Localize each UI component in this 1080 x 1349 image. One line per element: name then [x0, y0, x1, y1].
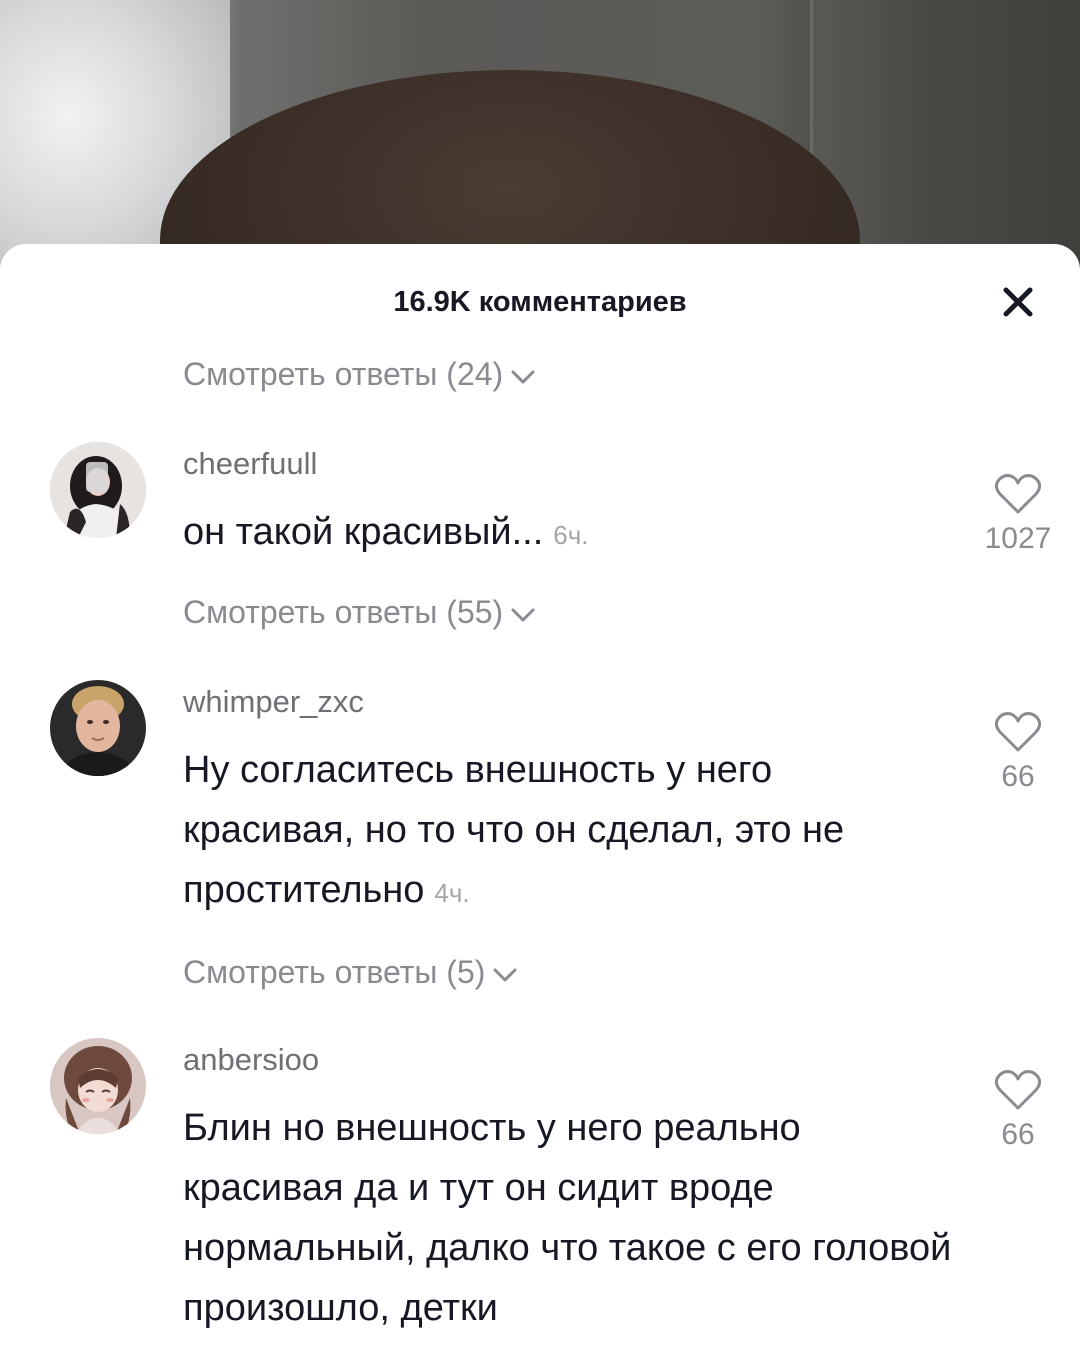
view-replies-button[interactable]: Смотреть ответы (5)	[183, 954, 519, 991]
close-icon	[1003, 287, 1033, 317]
like-count: 66	[1001, 760, 1035, 793]
avatar[interactable]	[50, 680, 146, 776]
comment-text: он такой красивый... 6ч.	[183, 502, 953, 565]
avatar[interactable]	[50, 442, 146, 538]
like-button[interactable]: 66	[973, 710, 1063, 794]
view-replies-button[interactable]: Смотреть ответы (55)	[183, 594, 537, 631]
comment-time: 6ч.	[553, 520, 589, 550]
comment-username[interactable]: anbersioo	[183, 1042, 319, 1078]
comment-text: Ну согласитесь внешность у него красивая…	[183, 740, 953, 923]
heart-outline-icon	[994, 712, 1042, 752]
like-button[interactable]: 66	[973, 1068, 1063, 1152]
comment-username[interactable]: whimper_zxc	[183, 684, 364, 720]
comment-body: он такой красивый...	[183, 511, 544, 553]
comment-body: Ну согласитесь внешность у него красивая…	[183, 749, 845, 911]
comment-username[interactable]: cheerfuull	[183, 446, 317, 482]
view-replies-label: Смотреть ответы (24)	[183, 356, 504, 392]
comment-time: 4ч.	[434, 878, 470, 908]
chevron-down-icon	[511, 370, 535, 383]
view-replies-button[interactable]: Смотреть ответы (24)	[183, 356, 537, 393]
close-button[interactable]	[996, 280, 1040, 324]
tiktok-comments-screen: 16.9K комментариев Смотреть ответы (24)	[0, 0, 1080, 1349]
comments-sheet: 16.9K комментариев Смотреть ответы (24)	[0, 244, 1080, 1349]
view-replies-label: Смотреть ответы (55)	[183, 594, 504, 630]
view-replies-label: Смотреть ответы (5)	[183, 954, 486, 990]
like-count: 1027	[984, 522, 1052, 555]
avatar[interactable]	[50, 1038, 146, 1134]
like-button[interactable]: 1027	[973, 472, 1063, 556]
comment-text: Блин но внешность у него реально красива…	[183, 1098, 953, 1341]
comment-body: Блин но внешность у него реально красива…	[183, 1107, 952, 1329]
chevron-down-icon	[511, 608, 535, 621]
like-count: 66	[1001, 1118, 1035, 1151]
heart-outline-icon	[994, 474, 1042, 514]
heart-outline-icon	[994, 1070, 1042, 1110]
comments-count-title: 16.9K комментариев	[393, 286, 687, 318]
chevron-down-icon	[493, 968, 517, 981]
